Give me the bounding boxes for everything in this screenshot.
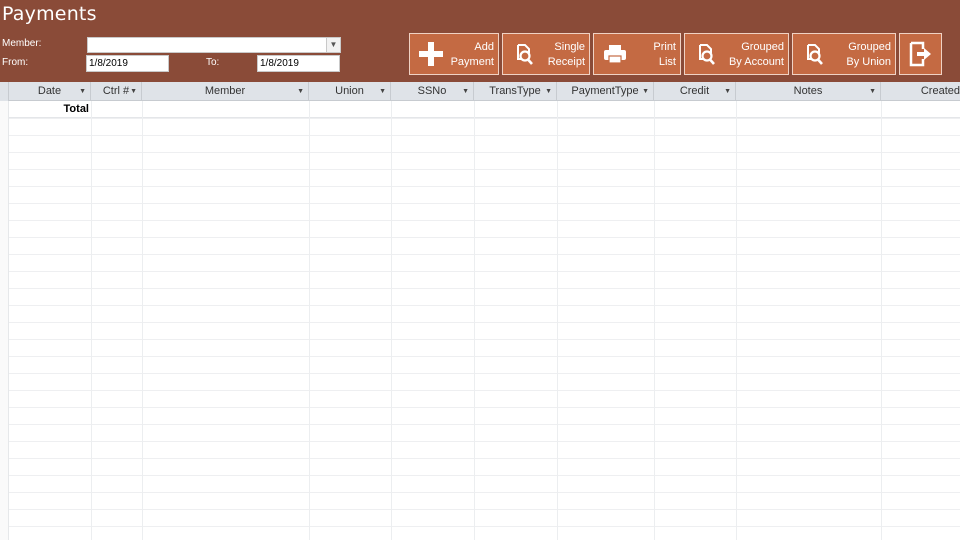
grouped-by-account-button[interactable]: Grouped By Account <box>684 33 789 75</box>
add-payment-label-1: Add <box>474 41 494 53</box>
from-label: From: <box>2 57 29 68</box>
print-list-label-2: List <box>658 56 676 68</box>
grid-body[interactable] <box>0 118 960 540</box>
column-header-paymenttype[interactable]: PaymentType ▼ <box>557 82 654 101</box>
single-receipt-label-2: Receipt <box>547 56 585 68</box>
totals-label: Total <box>63 103 89 115</box>
exit-button[interactable] <box>899 33 942 75</box>
column-divider <box>654 101 655 540</box>
column-header-notes[interactable]: Notes ▼ <box>736 82 881 101</box>
column-divider <box>309 101 310 540</box>
column-divider <box>557 101 558 540</box>
column-divider <box>91 101 92 540</box>
sort-dropdown-icon[interactable]: ▼ <box>297 82 304 101</box>
column-header-created[interactable]: Created <box>881 82 960 101</box>
column-divider <box>474 101 475 540</box>
to-date-input[interactable]: 1/8/2019 <box>257 55 340 72</box>
single-receipt-label-1: Single <box>554 41 585 53</box>
column-divider <box>142 101 143 540</box>
grouped-account-label-2: By Account <box>728 56 784 68</box>
column-divider <box>881 101 882 540</box>
column-header-member[interactable]: Member ▼ <box>142 82 309 101</box>
column-divider <box>391 101 392 540</box>
payments-form: Payments Member: ▼ From: 1/8/2019 To: 1/… <box>0 0 960 540</box>
column-header-ctrl[interactable]: Ctrl # ▼ <box>91 82 142 101</box>
sort-dropdown-icon[interactable]: ▼ <box>642 82 649 101</box>
exit-icon <box>909 41 931 67</box>
record-selector-strip[interactable] <box>0 101 9 540</box>
magnifier-icon <box>517 44 533 65</box>
form-header: Payments Member: ▼ From: 1/8/2019 To: 1/… <box>0 0 960 82</box>
grouped-union-label-1: Grouped <box>848 41 891 53</box>
column-header-union[interactable]: Union ▼ <box>309 82 391 101</box>
grid-header-row: Date ▼ Ctrl # ▼ Member ▼ Union ▼ SSNo ▼ Trans… <box>0 82 960 101</box>
printer-icon <box>604 45 626 64</box>
select-all-corner[interactable] <box>0 82 9 101</box>
add-payment-button[interactable]: Add Payment <box>409 33 499 75</box>
grouped-by-union-button[interactable]: Grouped By Union <box>792 33 896 75</box>
member-label: Member: <box>2 38 42 49</box>
add-payment-label-2: Payment <box>450 56 494 68</box>
to-label: To: <box>206 57 220 68</box>
column-header-ssno[interactable]: SSNo ▼ <box>391 82 474 101</box>
column-header-credit[interactable]: Credit ▼ <box>654 82 736 101</box>
member-combo[interactable]: ▼ <box>87 37 341 53</box>
sort-dropdown-icon[interactable]: ▼ <box>545 82 552 101</box>
magnifier-icon <box>807 44 823 65</box>
plus-icon <box>419 42 443 66</box>
print-list-label-1: Print <box>653 41 676 53</box>
grouped-account-label-1: Grouped <box>741 41 784 53</box>
column-divider <box>736 101 737 540</box>
column-header-date[interactable]: Date ▼ <box>9 82 91 101</box>
chevron-down-icon[interactable]: ▼ <box>326 38 340 52</box>
grouped-union-label-2: By Union <box>846 56 891 68</box>
sort-dropdown-icon[interactable]: ▼ <box>869 82 876 101</box>
from-date-input[interactable]: 1/8/2019 <box>86 55 169 72</box>
magnifier-icon <box>699 44 715 65</box>
print-list-button[interactable]: Print List <box>593 33 681 75</box>
totals-row: Total <box>0 101 960 118</box>
sort-dropdown-icon[interactable]: ▼ <box>724 82 731 101</box>
sort-dropdown-icon[interactable]: ▼ <box>130 82 137 101</box>
sort-dropdown-icon[interactable]: ▼ <box>462 82 469 101</box>
sort-dropdown-icon[interactable]: ▼ <box>79 82 86 101</box>
column-header-transtype[interactable]: TransType ▼ <box>474 82 557 101</box>
single-receipt-button[interactable]: Single Receipt <box>502 33 590 75</box>
page-title: Payments <box>2 3 97 25</box>
sort-dropdown-icon[interactable]: ▼ <box>379 82 386 101</box>
